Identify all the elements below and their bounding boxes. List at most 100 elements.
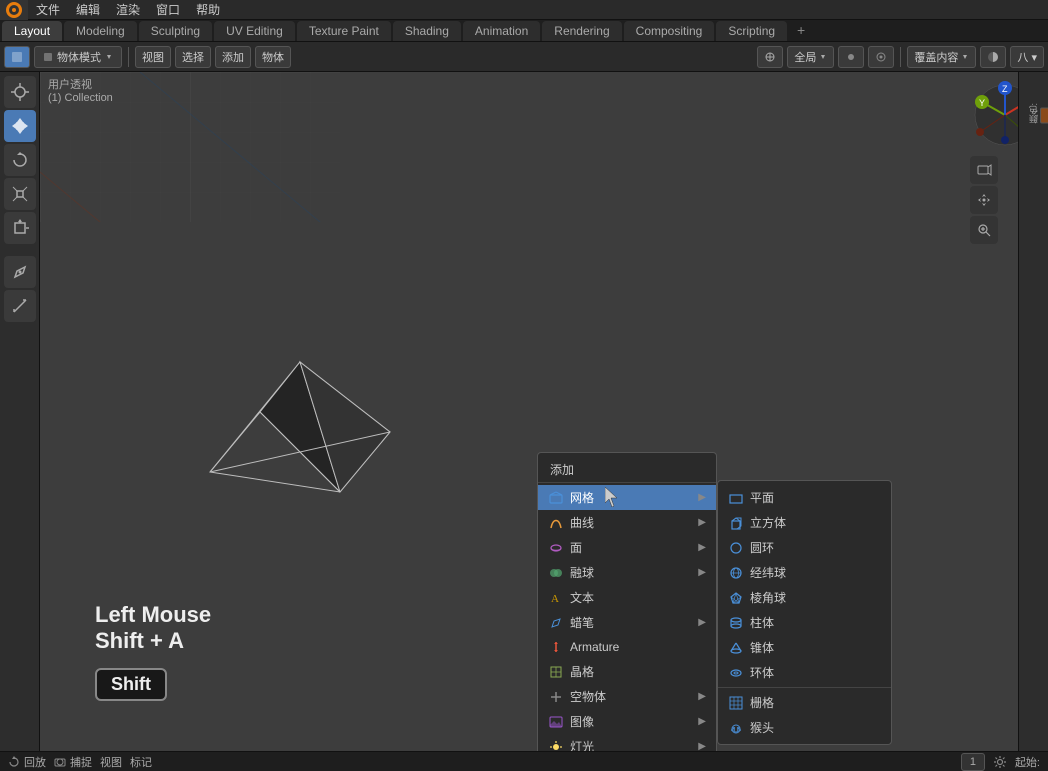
menu-window[interactable]: 窗口 xyxy=(148,0,188,19)
tab-uv-editing[interactable]: UV Editing xyxy=(214,21,295,41)
empty-icon xyxy=(548,689,564,705)
tab-scripting[interactable]: Scripting xyxy=(716,21,787,41)
menu-item-meta[interactable]: 融球 ▶ xyxy=(538,560,716,585)
hint-line1: Left Mouse xyxy=(95,602,211,628)
submenu-torus[interactable]: 环体 xyxy=(718,660,891,685)
tab-modeling[interactable]: Modeling xyxy=(64,21,137,41)
gpencil-icon xyxy=(548,615,564,631)
perspective-label: 用户透视 xyxy=(48,76,113,92)
status-rotate: 回放 xyxy=(8,754,46,770)
armature-icon xyxy=(548,639,564,655)
mesh-submenu: 平面 立方体 圆环 经纬球 棱角球 xyxy=(717,480,892,745)
transform-btn[interactable] xyxy=(757,46,783,68)
mesh-icon xyxy=(548,490,564,506)
add-menu-title: 添加 xyxy=(538,457,716,483)
measure-tool[interactable] xyxy=(4,290,36,322)
submenu-cone[interactable]: 锥体 xyxy=(718,635,891,660)
submenu-grid[interactable]: 栅格 xyxy=(718,690,891,715)
object-menu-btn[interactable]: 物体 xyxy=(255,46,291,68)
select-menu-btn[interactable]: 选择 xyxy=(175,46,211,68)
scale-tool[interactable] xyxy=(4,178,36,210)
light-arrow: ▶ xyxy=(698,741,706,751)
submenu-circle[interactable]: 圆环 xyxy=(718,535,891,560)
menu-item-light[interactable]: 灯光 ▶ xyxy=(538,734,716,751)
tab-animation[interactable]: Animation xyxy=(463,21,540,41)
transform-tool[interactable] xyxy=(4,212,36,244)
snap-btn[interactable] xyxy=(838,46,864,68)
tab-texture-paint[interactable]: Texture Paint xyxy=(297,21,391,41)
tab-layout[interactable]: Layout xyxy=(2,21,62,41)
curve-icon xyxy=(548,515,564,531)
cube-icon xyxy=(728,515,744,531)
proportional-btn[interactable] xyxy=(868,46,894,68)
submenu-monkey[interactable]: 猴头 xyxy=(718,715,891,740)
svg-text:Y: Y xyxy=(979,98,985,108)
add-menu-btn[interactable]: 添加 xyxy=(215,46,251,68)
menu-item-armature[interactable]: Armature xyxy=(538,635,716,659)
cursor-tool[interactable] xyxy=(4,76,36,108)
status-frame-input[interactable]: 1 xyxy=(961,753,985,771)
camera-view-btn[interactable] xyxy=(970,156,998,184)
zoom-view-btn[interactable] xyxy=(970,216,998,244)
menu-file[interactable]: 文件 xyxy=(28,0,68,19)
viewport-mode-btn[interactable]: 八 ▾ xyxy=(1010,46,1044,68)
menu-edit[interactable]: 编辑 xyxy=(68,0,108,19)
menu-help[interactable]: 帮助 xyxy=(188,0,228,19)
workspace-tabs: Layout Modeling Sculpting UV Editing Tex… xyxy=(0,20,1048,42)
tab-sculpting[interactable]: Sculpting xyxy=(139,21,212,41)
view-menu-btn[interactable]: 视图 xyxy=(135,46,171,68)
divider-2 xyxy=(900,47,901,67)
keyboard-hint: Left Mouse Shift + A Shift xyxy=(95,602,211,701)
move-view-btn[interactable] xyxy=(970,186,998,214)
rotate-icon xyxy=(8,756,20,768)
tab-compositing[interactable]: Compositing xyxy=(624,21,715,41)
menu-item-text[interactable]: A 文本 xyxy=(538,585,716,610)
divider-1 xyxy=(128,47,129,67)
gpencil-arrow: ▶ xyxy=(698,617,706,628)
monkey-icon xyxy=(728,720,744,736)
submenu-cube[interactable]: 立方体 xyxy=(718,510,891,535)
left-sidebar xyxy=(0,72,40,751)
hint-line2: Shift + A xyxy=(95,628,211,654)
frame-number: 1 xyxy=(970,756,976,768)
capture-icon xyxy=(54,756,66,768)
lattice-icon xyxy=(548,664,564,680)
viewport-shading-btn[interactable] xyxy=(4,46,30,68)
mode-dropdown[interactable]: 物体模式 xyxy=(34,46,122,68)
tab-rendering[interactable]: Rendering xyxy=(542,21,621,41)
viewport-header: 用户透视 (1) Collection xyxy=(48,76,113,104)
submenu-divider xyxy=(718,687,891,688)
grid-icon xyxy=(728,695,744,711)
menu-item-empty[interactable]: 空物体 ▶ xyxy=(538,684,716,709)
circle-icon xyxy=(728,540,744,556)
menu-render[interactable]: 渲染 xyxy=(108,0,148,19)
menu-item-mesh[interactable]: 网格 ▶ xyxy=(538,485,716,510)
global-btn[interactable]: 全局 xyxy=(787,46,834,68)
menu-item-gpencil[interactable]: 蜡笔 ▶ xyxy=(538,610,716,635)
viewport-shading-toggle[interactable] xyxy=(980,46,1006,68)
menu-item-curve[interactable]: 曲线 ▶ xyxy=(538,510,716,535)
menu-item-lattice[interactable]: 晶格 xyxy=(538,659,716,684)
n-panel-color-label: 颜色: xyxy=(1027,98,1040,124)
add-workspace-button[interactable]: + xyxy=(789,19,813,41)
move-tool[interactable] xyxy=(4,110,36,142)
rotate-label: 回放 xyxy=(24,754,46,770)
icosphere-icon xyxy=(728,590,744,606)
annotate-tool[interactable] xyxy=(4,256,36,288)
status-settings[interactable] xyxy=(993,755,1007,769)
submenu-cylinder[interactable]: 柱体 xyxy=(718,610,891,635)
rotate-tool[interactable] xyxy=(4,144,36,176)
overlay-dropdown-btn[interactable]: 覆盖内容 xyxy=(907,46,976,68)
submenu-uvsphere[interactable]: 经纬球 xyxy=(718,560,891,585)
viewport[interactable]: 用户透视 (1) Collection xyxy=(40,72,1048,751)
menu-item-surface[interactable]: 面 ▶ xyxy=(538,535,716,560)
menu-item-image[interactable]: 图像 ▶ xyxy=(538,709,716,734)
status-mark: 标记 xyxy=(130,754,152,770)
tab-shading[interactable]: Shading xyxy=(393,21,461,41)
submenu-icosphere[interactable]: 棱角球 xyxy=(718,585,891,610)
status-view: 视图 xyxy=(100,754,122,770)
cone-icon xyxy=(728,640,744,656)
plane-icon xyxy=(728,490,744,506)
settings-icon xyxy=(993,755,1007,769)
submenu-plane[interactable]: 平面 xyxy=(718,485,891,510)
